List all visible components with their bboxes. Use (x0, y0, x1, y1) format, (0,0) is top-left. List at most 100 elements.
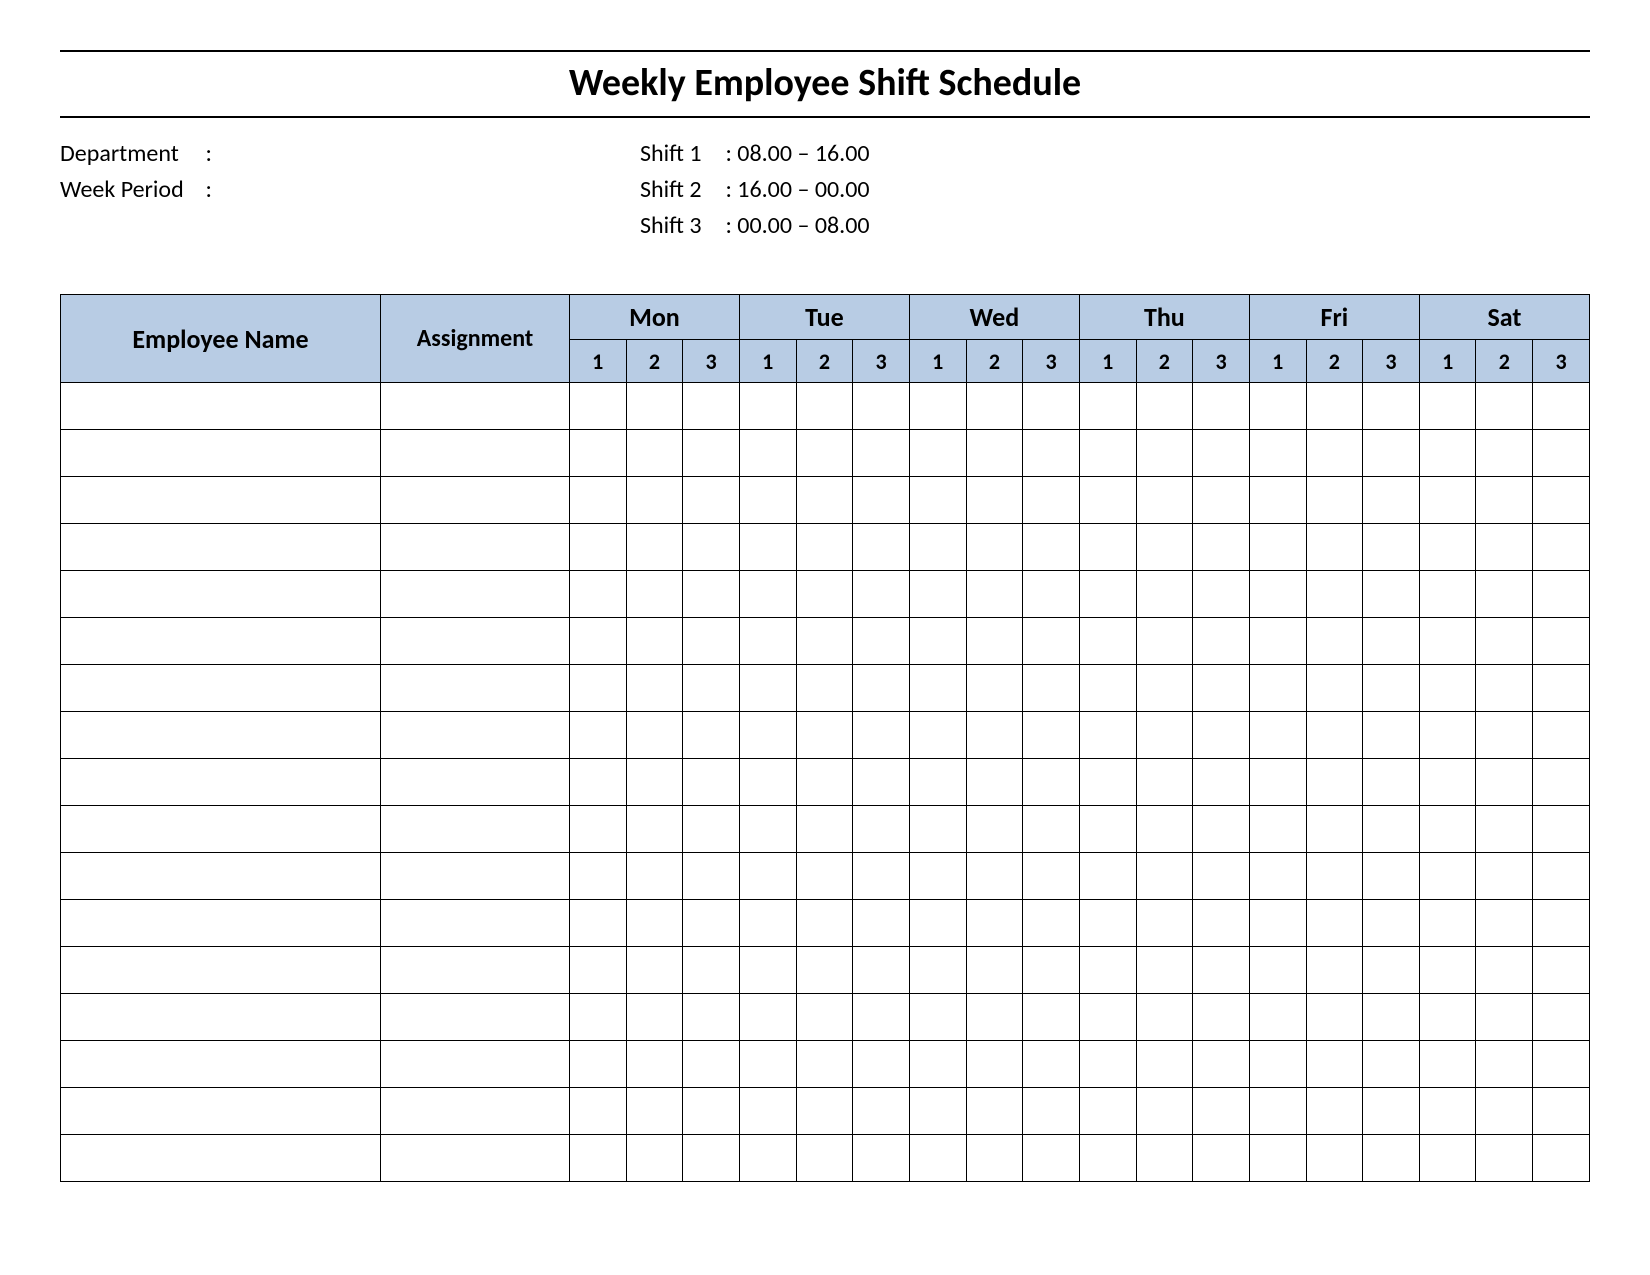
cell-shift[interactable] (626, 665, 683, 712)
cell-shift[interactable] (966, 1088, 1023, 1135)
cell-shift[interactable] (796, 947, 853, 994)
cell-shift[interactable] (1079, 853, 1136, 900)
cell-shift[interactable] (626, 383, 683, 430)
cell-shift[interactable] (1136, 994, 1193, 1041)
cell-shift[interactable] (1533, 1135, 1590, 1182)
cell-shift[interactable] (569, 806, 626, 853)
cell-shift[interactable] (626, 618, 683, 665)
cell-shift[interactable] (1136, 947, 1193, 994)
cell-assignment[interactable] (381, 618, 570, 665)
cell-shift[interactable] (626, 947, 683, 994)
cell-employee[interactable] (61, 947, 381, 994)
cell-shift[interactable] (1193, 1088, 1250, 1135)
cell-shift[interactable] (1476, 1041, 1533, 1088)
cell-shift[interactable] (796, 571, 853, 618)
cell-shift[interactable] (1193, 900, 1250, 947)
cell-shift[interactable] (1533, 571, 1590, 618)
cell-employee[interactable] (61, 1041, 381, 1088)
cell-employee[interactable] (61, 712, 381, 759)
cell-shift[interactable] (1419, 571, 1476, 618)
cell-shift[interactable] (853, 853, 910, 900)
cell-shift[interactable] (1249, 665, 1306, 712)
cell-shift[interactable] (1306, 712, 1363, 759)
cell-shift[interactable] (966, 1135, 1023, 1182)
cell-shift[interactable] (1533, 712, 1590, 759)
cell-shift[interactable] (1249, 712, 1306, 759)
cell-shift[interactable] (796, 1041, 853, 1088)
cell-shift[interactable] (1193, 994, 1250, 1041)
cell-shift[interactable] (683, 900, 740, 947)
cell-shift[interactable] (739, 1088, 796, 1135)
cell-shift[interactable] (796, 994, 853, 1041)
cell-shift[interactable] (796, 430, 853, 477)
cell-shift[interactable] (1306, 759, 1363, 806)
cell-shift[interactable] (1306, 524, 1363, 571)
cell-shift[interactable] (909, 665, 966, 712)
cell-shift[interactable] (1249, 759, 1306, 806)
cell-shift[interactable] (1306, 947, 1363, 994)
cell-shift[interactable] (1023, 712, 1080, 759)
cell-shift[interactable] (1079, 806, 1136, 853)
cell-shift[interactable] (1193, 853, 1250, 900)
cell-shift[interactable] (1306, 900, 1363, 947)
cell-shift[interactable] (1249, 853, 1306, 900)
cell-shift[interactable] (569, 759, 626, 806)
cell-shift[interactable] (853, 618, 910, 665)
cell-shift[interactable] (909, 430, 966, 477)
cell-shift[interactable] (1249, 994, 1306, 1041)
cell-shift[interactable] (853, 477, 910, 524)
cell-shift[interactable] (853, 524, 910, 571)
cell-shift[interactable] (1533, 994, 1590, 1041)
cell-shift[interactable] (1023, 1088, 1080, 1135)
cell-shift[interactable] (1533, 853, 1590, 900)
cell-assignment[interactable] (381, 665, 570, 712)
cell-shift[interactable] (1533, 1041, 1590, 1088)
cell-shift[interactable] (1363, 430, 1420, 477)
cell-shift[interactable] (1476, 1135, 1533, 1182)
cell-shift[interactable] (626, 1088, 683, 1135)
cell-shift[interactable] (569, 994, 626, 1041)
cell-shift[interactable] (683, 477, 740, 524)
cell-shift[interactable] (1193, 1135, 1250, 1182)
cell-shift[interactable] (1419, 994, 1476, 1041)
cell-shift[interactable] (1306, 571, 1363, 618)
cell-shift[interactable] (853, 1041, 910, 1088)
cell-shift[interactable] (1363, 665, 1420, 712)
cell-shift[interactable] (1533, 618, 1590, 665)
cell-shift[interactable] (1476, 947, 1533, 994)
cell-shift[interactable] (1419, 665, 1476, 712)
cell-shift[interactable] (853, 1088, 910, 1135)
cell-shift[interactable] (626, 430, 683, 477)
cell-shift[interactable] (796, 759, 853, 806)
cell-shift[interactable] (966, 383, 1023, 430)
cell-shift[interactable] (966, 430, 1023, 477)
cell-shift[interactable] (909, 712, 966, 759)
cell-shift[interactable] (1363, 853, 1420, 900)
cell-shift[interactable] (796, 853, 853, 900)
cell-shift[interactable] (1363, 1041, 1420, 1088)
cell-shift[interactable] (1306, 994, 1363, 1041)
cell-shift[interactable] (1023, 1041, 1080, 1088)
cell-employee[interactable] (61, 994, 381, 1041)
cell-shift[interactable] (796, 524, 853, 571)
cell-shift[interactable] (853, 430, 910, 477)
cell-shift[interactable] (1363, 994, 1420, 1041)
cell-shift[interactable] (739, 853, 796, 900)
cell-shift[interactable] (909, 524, 966, 571)
cell-shift[interactable] (1136, 477, 1193, 524)
cell-shift[interactable] (1533, 430, 1590, 477)
cell-shift[interactable] (569, 618, 626, 665)
cell-shift[interactable] (909, 383, 966, 430)
cell-shift[interactable] (1193, 712, 1250, 759)
cell-shift[interactable] (1249, 947, 1306, 994)
cell-shift[interactable] (683, 524, 740, 571)
cell-shift[interactable] (1023, 900, 1080, 947)
cell-shift[interactable] (739, 430, 796, 477)
cell-shift[interactable] (1419, 1088, 1476, 1135)
cell-employee[interactable] (61, 524, 381, 571)
cell-shift[interactable] (1306, 853, 1363, 900)
cell-shift[interactable] (739, 900, 796, 947)
cell-shift[interactable] (1136, 712, 1193, 759)
cell-employee[interactable] (61, 477, 381, 524)
cell-shift[interactable] (966, 1041, 1023, 1088)
